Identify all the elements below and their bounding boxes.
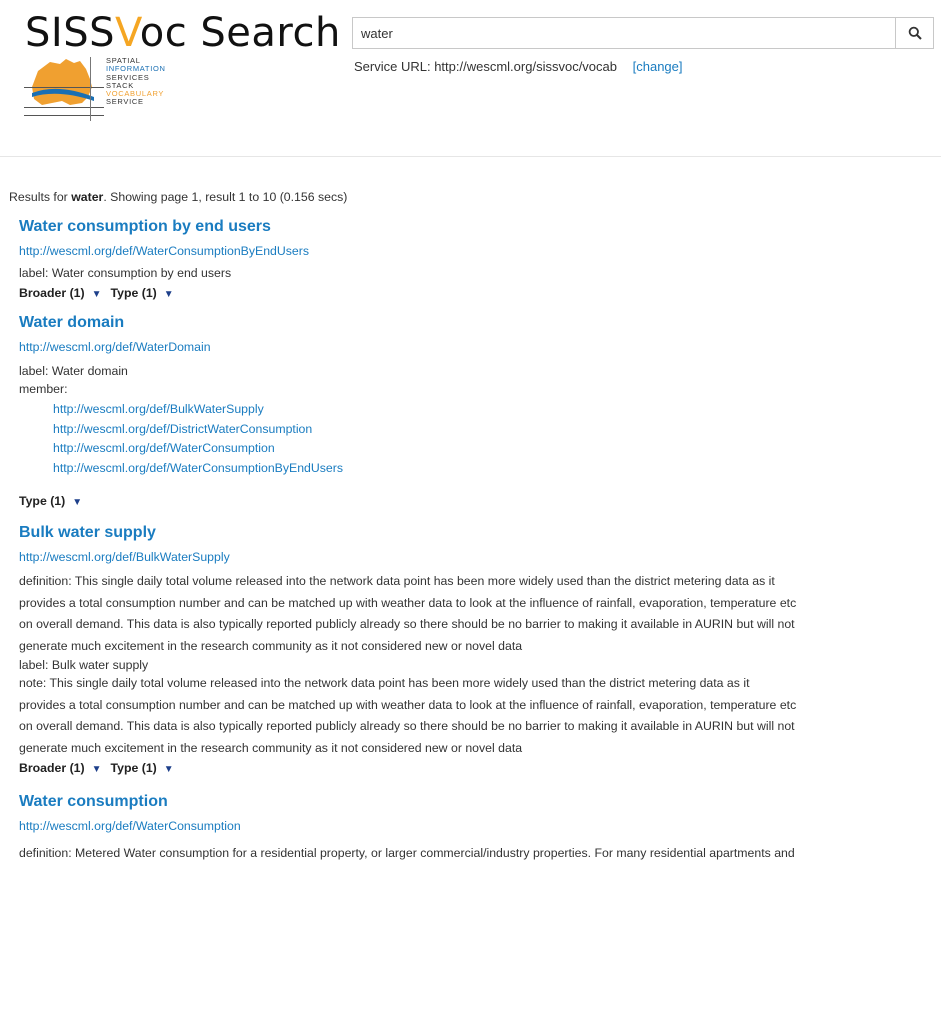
result-uri[interactable]: http://wescml.org/def/WaterConsumption [19,817,941,835]
results: Results for water. Showing page 1, resul… [0,189,941,865]
triangle-down-icon: ▼ [163,764,174,775]
member-link[interactable]: http://wescml.org/def/DistrictWaterConsu… [53,420,941,440]
definition-line: provides a total consumption number and … [19,595,797,610]
result-item: Water domain http://wescml.org/def/Water… [19,312,941,522]
summary-suffix: . Showing page 1, result 1 to 10 (0.156 … [103,190,348,204]
australia-map-icon [24,57,104,121]
facet-label: Type (1) [110,761,157,775]
result-facets: Type (1) ▼ [19,492,941,512]
member-list: http://wescml.org/def/BulkWaterSupply ht… [53,400,941,478]
search-icon [908,26,922,40]
logo-line: SERVICE [106,97,144,107]
result-label: label: Water domain [19,364,128,378]
definition-line: generate much excitement in the research… [19,638,523,653]
member-link[interactable]: http://wescml.org/def/WaterConsumptionBy… [53,459,941,479]
title-part: oc Search [139,10,341,56]
result-title[interactable]: Water domain [19,312,941,334]
triangle-down-icon: ▼ [91,764,102,775]
title-accent-letter: V [114,10,140,56]
result-item: Water consumption http://wescml.org/def/… [19,791,941,865]
app-title: SISSVoc Search [25,10,341,56]
result-title[interactable]: Water consumption by end users [19,216,941,238]
note-line: provides a total consumption number and … [19,697,797,712]
results-summary: Results for water. Showing page 1, resul… [9,189,941,205]
result-label: label: Bulk water supply [19,658,149,672]
note-line: generate much excitement in the research… [19,740,523,755]
facet-label: Broader (1) [19,761,85,775]
facet-broader[interactable]: Broader (1) ▼ [19,761,111,775]
result-title[interactable]: Bulk water supply [19,522,941,544]
result-uri[interactable]: http://wescml.org/def/WaterDomain [19,338,941,356]
facet-type[interactable]: Type (1) ▼ [19,494,91,508]
result-title[interactable]: Water consumption [19,791,941,813]
result-uri[interactable]: http://wescml.org/def/BulkWaterSupply [19,548,941,566]
note-line: on overall demand. This data is also typ… [19,719,795,733]
service-url-value: http://wescml.org/sissvoc/vocab [434,59,617,74]
header-divider [0,156,941,157]
member-link[interactable]: http://wescml.org/def/WaterConsumption [53,439,941,459]
result-facets: Broader (1) ▼ Type (1) ▼ [19,284,941,304]
definition-line: definition: This single daily total volu… [19,574,775,588]
service-url: Service URL: http://wescml.org/sissvoc/v… [354,59,683,74]
facet-label: Type (1) [110,286,157,300]
result-item: Water consumption by end users http://we… [19,216,941,312]
facet-label: Type (1) [19,494,66,508]
search-button[interactable] [895,18,933,48]
title-part: SISS [25,10,115,56]
triangle-down-icon: ▼ [72,497,83,508]
facet-broader[interactable]: Broader (1) ▼ [19,286,111,300]
facet-type[interactable]: Type (1) ▼ [111,286,183,300]
member-link[interactable]: http://wescml.org/def/BulkWaterSupply [53,400,941,420]
summary-prefix: Results for [9,190,68,204]
search-box [352,17,934,49]
facet-label: Broader (1) [19,286,85,300]
result-item: Bulk water supply http://wescml.org/def/… [19,522,941,791]
definition-line: definition: Metered Water consumption fo… [19,846,795,860]
result-member-label: member: [19,382,68,396]
result-label: label: Water consumption by end users [19,266,232,280]
result-facets: Broader (1) ▼ Type (1) ▼ [19,759,941,779]
facet-type[interactable]: Type (1) ▼ [111,761,183,775]
change-service-link[interactable]: [change] [633,59,683,74]
siss-vocabulary-logo: SPATIAL INFORMATION SERVICES STACK VOCAB… [24,56,204,121]
result-uri[interactable]: http://wescml.org/def/WaterConsumptionBy… [19,242,941,260]
triangle-down-icon: ▼ [91,289,102,300]
service-url-label: Service URL: [354,59,431,74]
summary-query: water [71,190,104,204]
search-input[interactable] [353,18,893,48]
definition-line: on overall demand. This data is also typ… [19,617,795,631]
note-line: note: This single daily total volume rel… [19,676,750,690]
triangle-down-icon: ▼ [163,289,174,300]
header: SISSVoc Search SPATIAL INFORMATION SERVI… [0,0,941,158]
logo-text: SPATIAL INFORMATION SERVICES STACK VOCAB… [106,56,166,107]
